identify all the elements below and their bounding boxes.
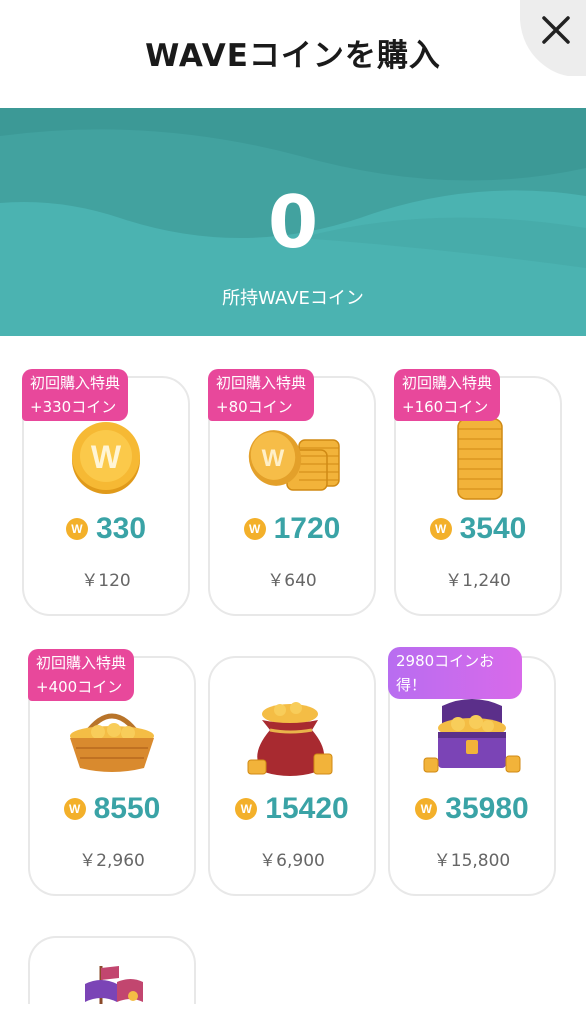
coin-amount: 15420 xyxy=(265,792,349,825)
svg-text:W: W xyxy=(91,439,122,475)
product-card[interactable]: W 15420 ￥6,900 xyxy=(208,656,376,896)
coin-icon: W xyxy=(415,798,438,820)
price: ￥1,240 xyxy=(445,571,511,591)
header: WAVEコインを購入 xyxy=(0,0,586,108)
balance-banner: 0 所持WAVEコイン xyxy=(0,108,586,336)
coin-stacks-image: W xyxy=(210,408,374,508)
coin-icon: W xyxy=(429,518,452,540)
price: ￥640 xyxy=(267,571,317,591)
bonus-badge: 初回購入特典 +160コイン xyxy=(394,369,501,421)
coin-icon: W xyxy=(243,518,266,540)
coin-amount: 3540 xyxy=(459,512,527,545)
coin-icon: W xyxy=(65,518,88,540)
bonus-badge: 初回購入特典 +80コイン xyxy=(208,369,315,421)
coin-amount: 1720 xyxy=(273,512,341,545)
page-title: WAVEコインを購入 xyxy=(145,38,441,74)
treasure-chest-image xyxy=(390,688,554,788)
close-button[interactable] xyxy=(500,0,586,76)
coin-amount: 8550 xyxy=(93,792,161,825)
coin-amount: 35980 xyxy=(445,792,529,825)
bonus-badge: 初回購入特典 +400コイン xyxy=(28,649,135,701)
balance-label: 所持WAVEコイン xyxy=(222,288,364,309)
coin-balance: 0 xyxy=(267,180,319,264)
tall-coin-stack-image xyxy=(396,408,560,508)
bonus-badge: 初回購入特典 +330コイン xyxy=(22,369,129,421)
coin-image: W xyxy=(24,408,188,508)
bonus-badge: 2980コインお得！ xyxy=(388,647,522,699)
price: ￥120 xyxy=(81,571,131,591)
price: ￥6,900 xyxy=(259,851,325,871)
coin-basket-image xyxy=(30,688,194,788)
price: ￥15,800 xyxy=(433,851,511,871)
coin-icon: W xyxy=(235,798,258,820)
coin-amount: 330 xyxy=(95,512,147,545)
svg-text:W: W xyxy=(262,445,285,472)
coin-sack-image xyxy=(210,688,374,788)
scroll-cutoff xyxy=(0,1004,586,1024)
price: ￥2,960 xyxy=(79,851,145,871)
close-icon[interactable] xyxy=(500,0,586,76)
coin-icon: W xyxy=(63,798,86,820)
